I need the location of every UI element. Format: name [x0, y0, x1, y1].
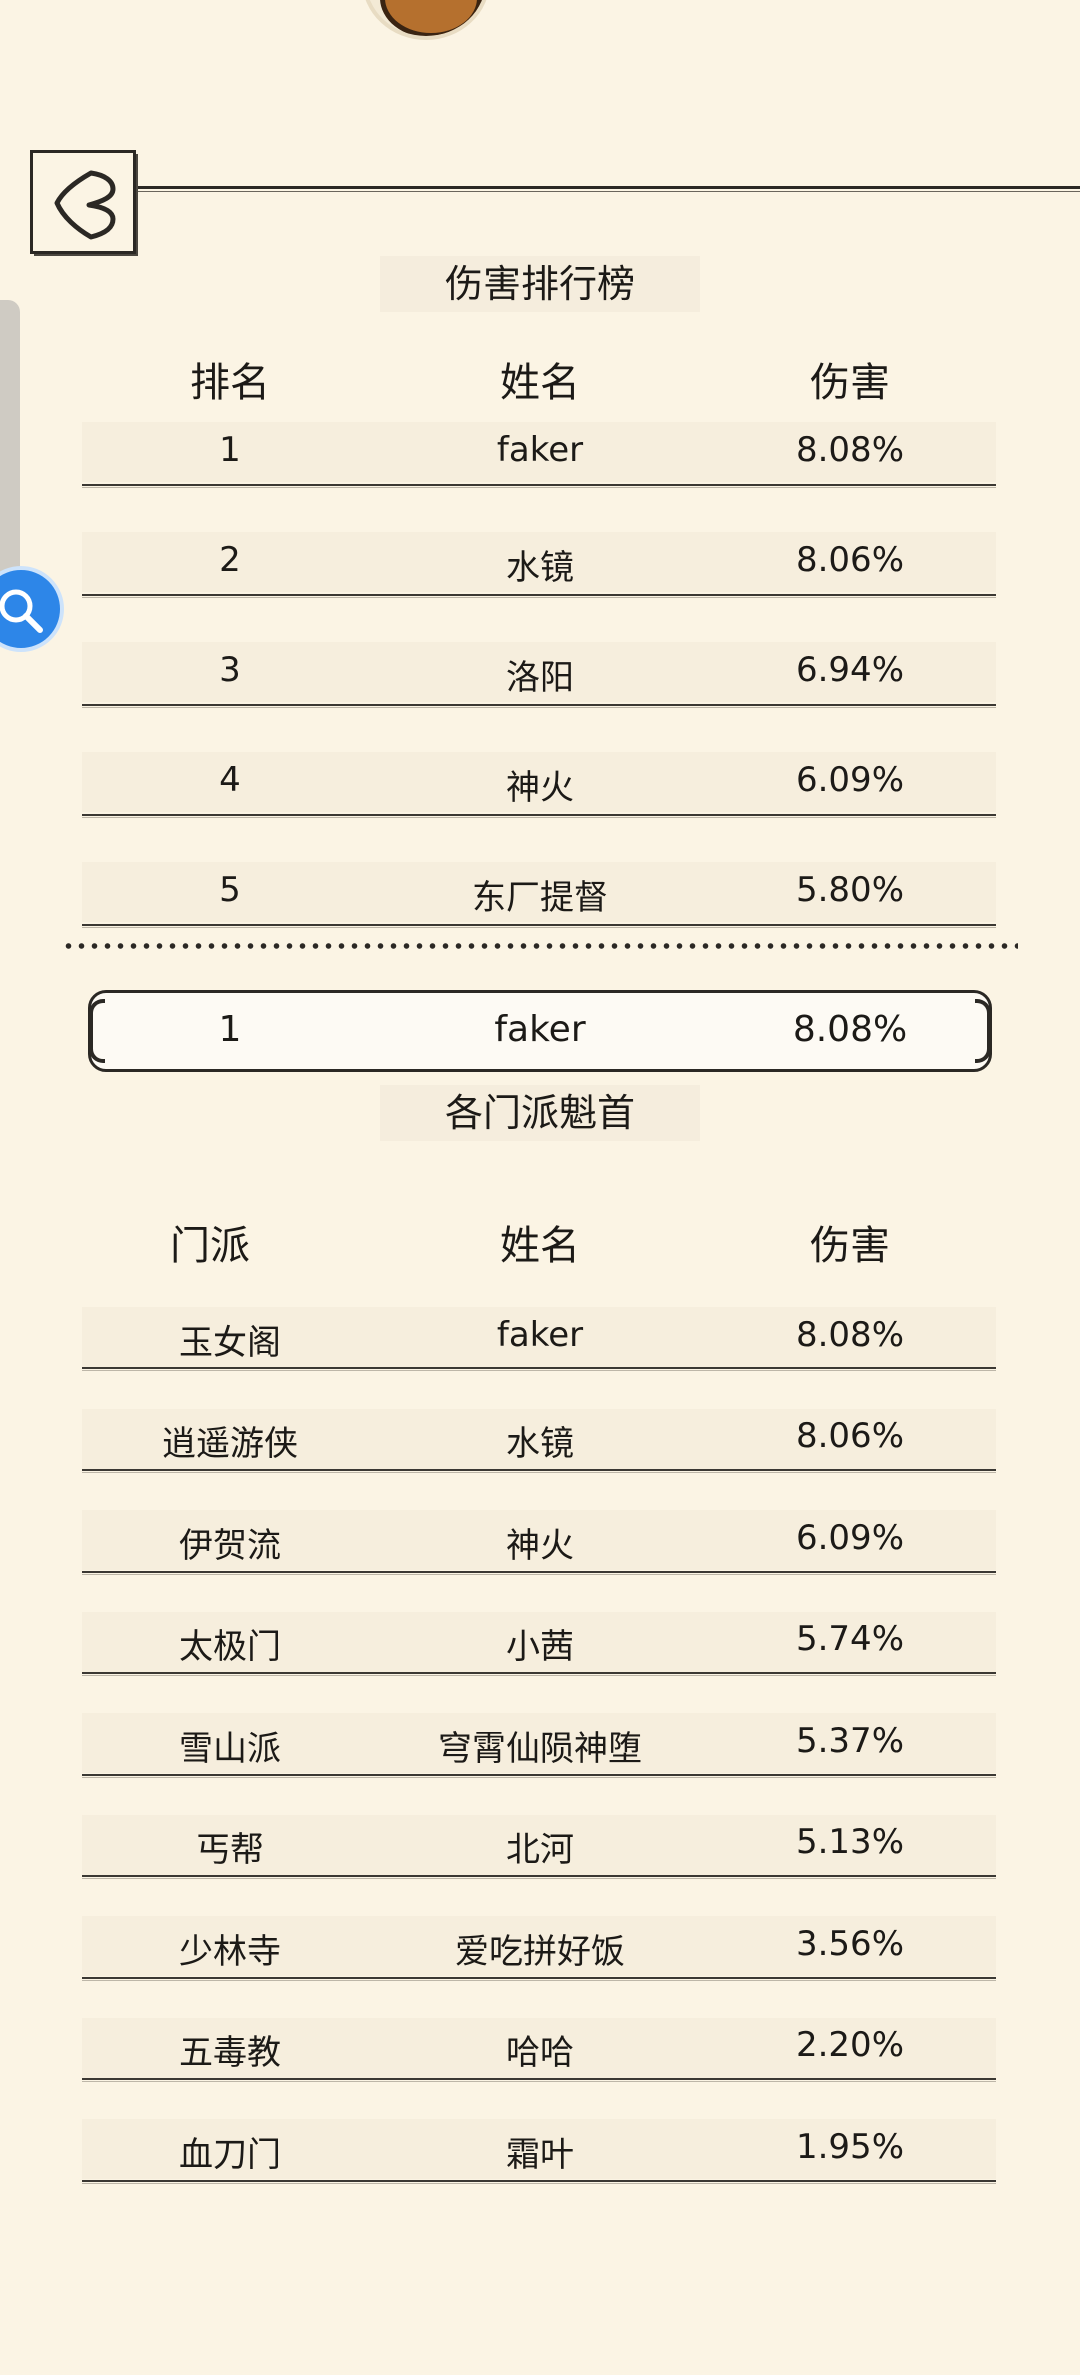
row-divider — [82, 704, 996, 708]
header-rank: 排名 — [190, 360, 270, 406]
header-divider — [0, 186, 1080, 192]
header-sect: 门派 — [170, 1223, 250, 1269]
row-damage: 5.13% — [795, 1822, 904, 1862]
row-name: 哈哈 — [506, 2033, 574, 2073]
row-rank: 5 — [219, 870, 241, 910]
row-sect: 雪山派 — [179, 1729, 281, 1769]
row-damage: 6.09% — [795, 1518, 904, 1558]
floating-search-button[interactable] — [0, 566, 64, 652]
row-name: 爱吃拼好饭 — [455, 1932, 625, 1972]
row-divider — [82, 924, 996, 928]
row-rank: 1 — [219, 430, 241, 470]
row-damage: 8.08% — [795, 1315, 904, 1355]
header-divider-gap — [0, 150, 30, 200]
row-rank: 4 — [219, 760, 241, 800]
row-name: 霜叶 — [506, 2135, 574, 2175]
damage-ranking-title: 伤害排行榜 — [380, 256, 700, 312]
row-damage: 6.09% — [795, 760, 904, 800]
row-divider — [82, 1977, 996, 1981]
header-name: 姓名 — [500, 1223, 580, 1269]
back-chevron-icon — [54, 170, 116, 240]
row-divider — [82, 1875, 996, 1879]
row-divider — [82, 1672, 996, 1676]
row-divider — [82, 594, 996, 598]
row-name: 水镜 — [506, 1424, 574, 1464]
row-sect: 五毒教 — [179, 2033, 281, 2073]
row-damage: 8.08% — [795, 430, 904, 470]
row-sect: 玉女阁 — [179, 1323, 281, 1363]
row-name: faker — [496, 430, 584, 470]
row-sect: 血刀门 — [179, 2135, 281, 2175]
row-damage: 5.74% — [795, 1619, 904, 1659]
header-name: 姓名 — [500, 360, 580, 406]
row-divider — [82, 1571, 996, 1575]
row-damage: 5.80% — [795, 870, 904, 910]
row-name: 北河 — [506, 1830, 574, 1870]
back-button[interactable] — [30, 150, 136, 254]
row-damage: 5.37% — [795, 1721, 904, 1761]
my-name: faker — [494, 1009, 586, 1050]
row-divider — [82, 2180, 996, 2184]
row-name: 神火 — [506, 1526, 574, 1566]
dotted-separator — [62, 941, 1018, 951]
my-rank: 1 — [218, 1009, 242, 1050]
sect-leaders-title: 各门派魁首 — [380, 1085, 700, 1141]
row-name: 水镜 — [506, 548, 574, 588]
row-damage: 2.20% — [795, 2025, 904, 2065]
row-divider — [82, 814, 996, 818]
row-name: 神火 — [506, 768, 574, 808]
row-damage: 8.06% — [795, 1416, 904, 1456]
row-name: 小茜 — [506, 1627, 574, 1667]
row-damage: 8.06% — [795, 540, 904, 580]
row-damage: 6.94% — [795, 650, 904, 690]
row-divider — [82, 1469, 996, 1473]
row-damage: 1.95% — [795, 2127, 904, 2167]
row-divider — [82, 1367, 996, 1371]
row-rank: 3 — [219, 650, 241, 690]
row-name: faker — [496, 1315, 584, 1355]
my-damage: 8.08% — [792, 1009, 908, 1050]
row-name: 洛阳 — [506, 658, 574, 698]
row-sect: 太极门 — [179, 1627, 281, 1667]
row-divider — [82, 2078, 996, 2082]
row-rank: 2 — [219, 540, 241, 580]
row-divider — [82, 1774, 996, 1778]
row-name: 东厂提督 — [472, 878, 608, 918]
row-sect: 少林寺 — [179, 1932, 281, 1972]
row-sect: 伊贺流 — [179, 1526, 281, 1566]
search-icon — [0, 589, 43, 633]
row-divider — [82, 484, 996, 488]
avatar-icon[interactable] — [362, 0, 490, 40]
row-sect: 丐帮 — [196, 1830, 264, 1870]
header-damage: 伤害 — [810, 1223, 890, 1269]
row-damage: 3.56% — [795, 1924, 904, 1964]
header-damage: 伤害 — [810, 360, 890, 406]
row-name: 穹霄仙陨神堕 — [438, 1729, 642, 1769]
row-sect: 逍遥游侠 — [162, 1424, 298, 1464]
